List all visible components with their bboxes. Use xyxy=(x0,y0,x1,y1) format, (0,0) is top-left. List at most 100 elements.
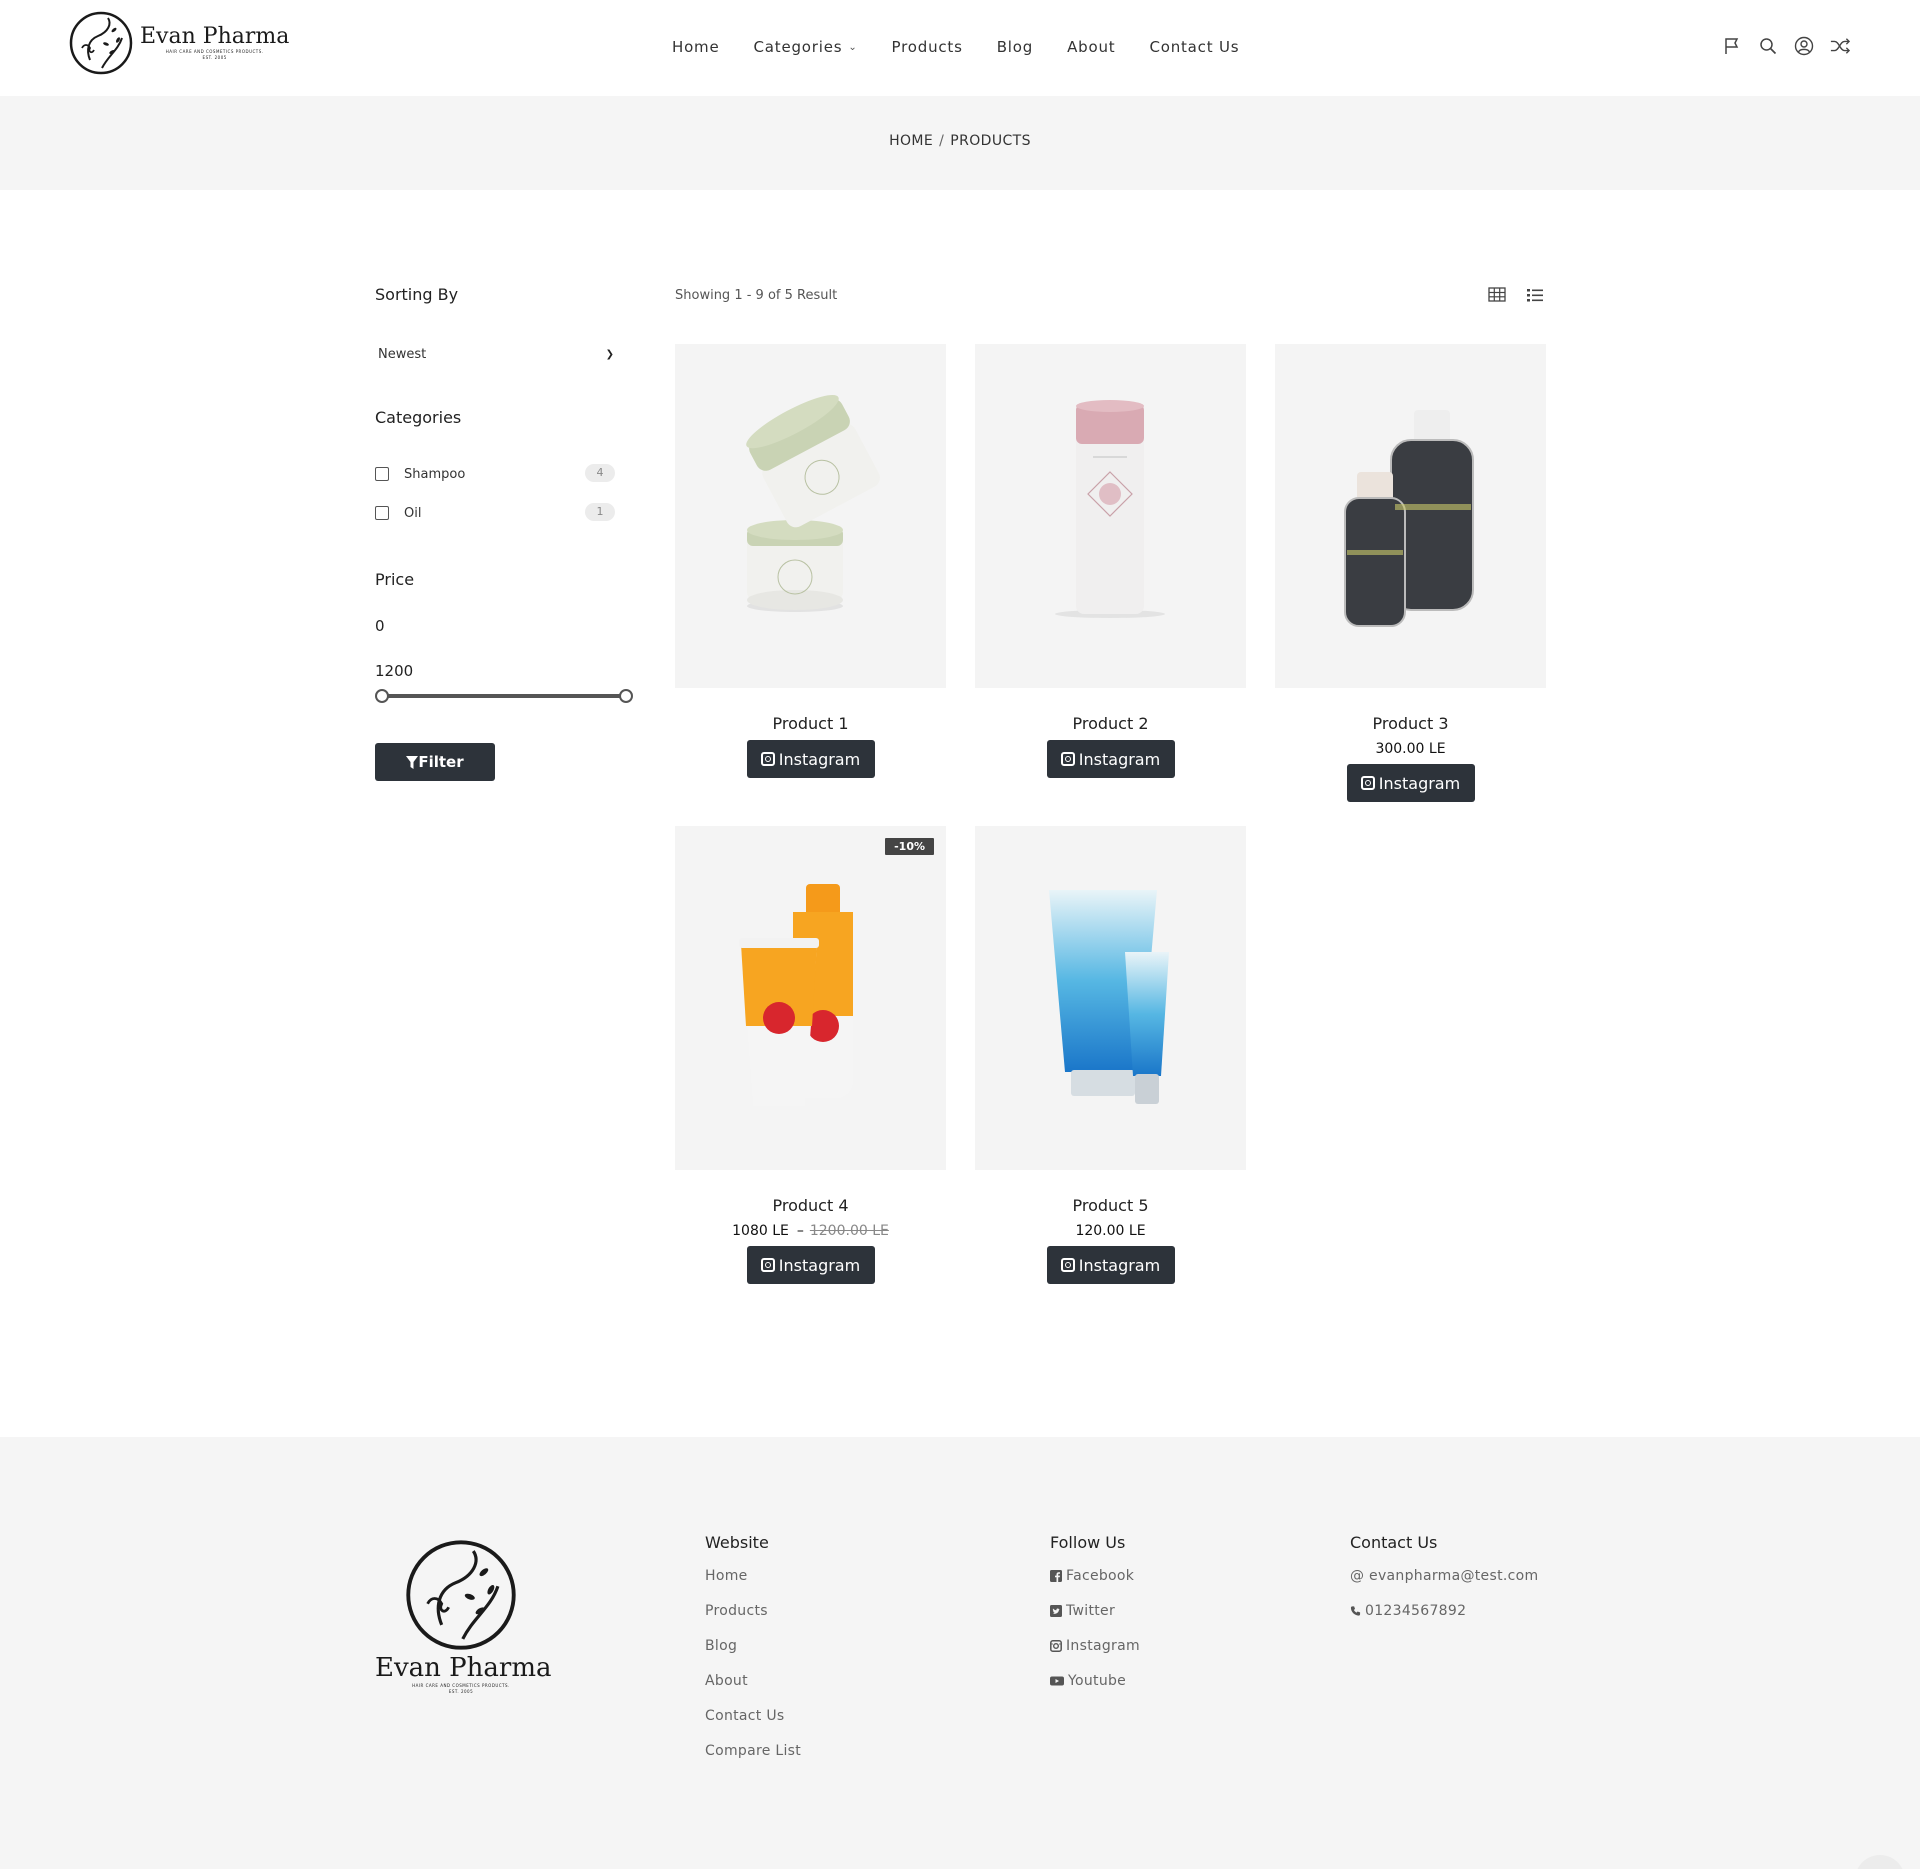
category-item-oil[interactable]: Oil 1 xyxy=(375,503,615,522)
shuffle-icon[interactable] xyxy=(1830,36,1850,56)
main-nav: Home Categories ⌄ Products Blog About Con… xyxy=(672,38,1273,56)
footer-phone[interactable]: 01234567892 xyxy=(1350,1601,1538,1636)
footer-link-blog[interactable]: Blog xyxy=(705,1636,801,1671)
category-label: Shampoo xyxy=(404,466,466,482)
footer-link-about[interactable]: About xyxy=(705,1671,801,1706)
footer-logo[interactable]: Evan Pharma HAIR CARE AND COSMETICS PROD… xyxy=(375,1537,552,1695)
category-count: 4 xyxy=(585,464,615,482)
price-slider-track[interactable] xyxy=(382,694,630,698)
nav-products-label: Products xyxy=(891,38,963,56)
aqua-tube-image xyxy=(1049,890,1169,1104)
product-name[interactable]: Product 4 xyxy=(675,1196,946,1216)
footer-logo-name: Evan Pharma xyxy=(375,1653,552,1683)
logo-text: Evan Pharma HAIR CARE AND COSMETICS PROD… xyxy=(140,25,289,61)
instagram-button-label: Instagram xyxy=(1078,1255,1161,1275)
view-toggle xyxy=(1488,287,1544,303)
discount-badge: -10% xyxy=(885,838,934,855)
nav-home[interactable]: Home xyxy=(672,38,720,56)
price-min-value: 0 xyxy=(375,617,385,635)
instagram-button-label: Instagram xyxy=(778,749,861,769)
product-image[interactable] xyxy=(1275,344,1546,688)
footer-link-compare-list[interactable]: Compare List xyxy=(705,1741,801,1776)
sort-select[interactable]: Newest ❯ xyxy=(378,343,616,365)
product-price-current: 120.00 LE xyxy=(1075,1223,1146,1239)
logo-emblem-icon xyxy=(69,11,133,75)
instagram-button[interactable]: Instagram xyxy=(746,740,875,778)
instagram-button-label: Instagram xyxy=(1078,749,1161,769)
nav-about[interactable]: About xyxy=(1067,38,1115,56)
price-slider-max-handle[interactable] xyxy=(619,689,633,703)
footer-email[interactable]: @ evanpharma@test.com xyxy=(1350,1566,1538,1601)
logo-name: Evan Pharma xyxy=(140,24,290,49)
footer-website-title: Website xyxy=(705,1533,769,1552)
facebook-icon xyxy=(1050,1570,1062,1582)
header-actions xyxy=(1722,36,1850,56)
filter-button[interactable]: Filter xyxy=(375,743,495,781)
footer-link-contact[interactable]: Contact Us xyxy=(705,1706,801,1741)
nav-categories[interactable]: Categories ⌄ xyxy=(754,38,858,56)
filter-icon xyxy=(406,755,419,769)
product-card: -10% Product 4 1080 LE –1200.00 LE Instag… xyxy=(675,826,946,1284)
footer-link-twitter[interactable]: Twitter xyxy=(1050,1601,1140,1636)
instagram-icon xyxy=(1060,752,1075,766)
breadcrumb-separator: / xyxy=(939,133,945,149)
nav-products[interactable]: Products xyxy=(892,38,963,56)
category-checkbox[interactable] xyxy=(375,506,389,520)
product-card: Product 2 Instagram xyxy=(975,344,1246,778)
footer-link-label: Instagram xyxy=(1066,1638,1140,1654)
list-view-icon[interactable] xyxy=(1526,287,1544,303)
nav-blog[interactable]: Blog xyxy=(997,38,1033,56)
instagram-button[interactable]: Instagram xyxy=(1046,1246,1175,1284)
phone-icon xyxy=(1350,1606,1361,1616)
product-name[interactable]: Product 2 xyxy=(975,714,1246,734)
footer-link-youtube[interactable]: Youtube xyxy=(1050,1671,1140,1706)
price-title: Price xyxy=(375,570,415,589)
search-icon[interactable] xyxy=(1758,36,1778,56)
product-name[interactable]: Product 1 xyxy=(675,714,946,734)
nav-blog-label: Blog xyxy=(996,38,1034,56)
footer-link-instagram[interactable]: Instagram xyxy=(1050,1636,1140,1671)
chevron-down-icon: ❯ xyxy=(605,348,614,360)
category-checkbox[interactable] xyxy=(375,467,389,481)
sort-select-value: Newest xyxy=(378,346,427,362)
footer-link-home[interactable]: Home xyxy=(705,1566,801,1601)
instagram-button[interactable]: Instagram xyxy=(746,1246,875,1284)
site-logo[interactable]: Evan Pharma HAIR CARE AND COSMETICS PROD… xyxy=(68,10,289,76)
footer-link-facebook[interactable]: Facebook xyxy=(1050,1566,1140,1601)
nav-about-label: About xyxy=(1067,38,1116,56)
product-image[interactable] xyxy=(975,826,1246,1170)
price-max-value: 1200 xyxy=(375,662,414,680)
footer-link-products[interactable]: Products xyxy=(705,1601,801,1636)
logo-est: EST. 2005 xyxy=(202,55,227,60)
sorting-title: Sorting By xyxy=(375,285,459,304)
product-image[interactable] xyxy=(975,344,1246,688)
categories-title: Categories xyxy=(375,408,462,427)
price-slider-min-handle[interactable] xyxy=(375,689,389,703)
nav-categories-label: Categories xyxy=(753,38,843,56)
product-name[interactable]: Product 5 xyxy=(975,1196,1246,1216)
footer-link-label: Youtube xyxy=(1068,1673,1127,1689)
instagram-button[interactable]: Instagram xyxy=(1346,764,1475,802)
grid-view-icon[interactable] xyxy=(1488,287,1506,303)
product-price-current: 1080 LE xyxy=(732,1223,789,1239)
product-image[interactable] xyxy=(675,344,946,688)
filter-button-label: Filter xyxy=(418,753,464,771)
product-name[interactable]: Product 3 xyxy=(1275,714,1546,734)
flag-icon[interactable] xyxy=(1722,36,1742,56)
footer-logo-est: EST. 2005 xyxy=(448,1689,474,1694)
cream-jar-image xyxy=(746,395,880,612)
site-footer: Evan Pharma HAIR CARE AND COSMETICS PROD… xyxy=(0,1437,1920,1869)
footer-website-column: Website Home Products Blog About Contact… xyxy=(705,1533,801,1776)
footer-contact-title: Contact Us xyxy=(1350,1533,1438,1552)
footer-link-label: Twitter xyxy=(1066,1603,1116,1619)
user-icon[interactable] xyxy=(1794,36,1814,56)
breadcrumb-home[interactable]: HOME xyxy=(889,133,933,149)
category-item-shampoo[interactable]: Shampoo 4 xyxy=(375,464,615,483)
nav-contact[interactable]: Contact Us xyxy=(1149,38,1239,56)
chevron-down-icon: ⌄ xyxy=(848,41,858,53)
spray-bottle-image xyxy=(1055,400,1165,618)
instagram-button[interactable]: Instagram xyxy=(1046,740,1175,778)
category-label: Oil xyxy=(404,505,422,521)
product-price: 1080 LE –1200.00 LE xyxy=(732,1223,889,1239)
product-image[interactable]: -10% xyxy=(675,826,946,1170)
